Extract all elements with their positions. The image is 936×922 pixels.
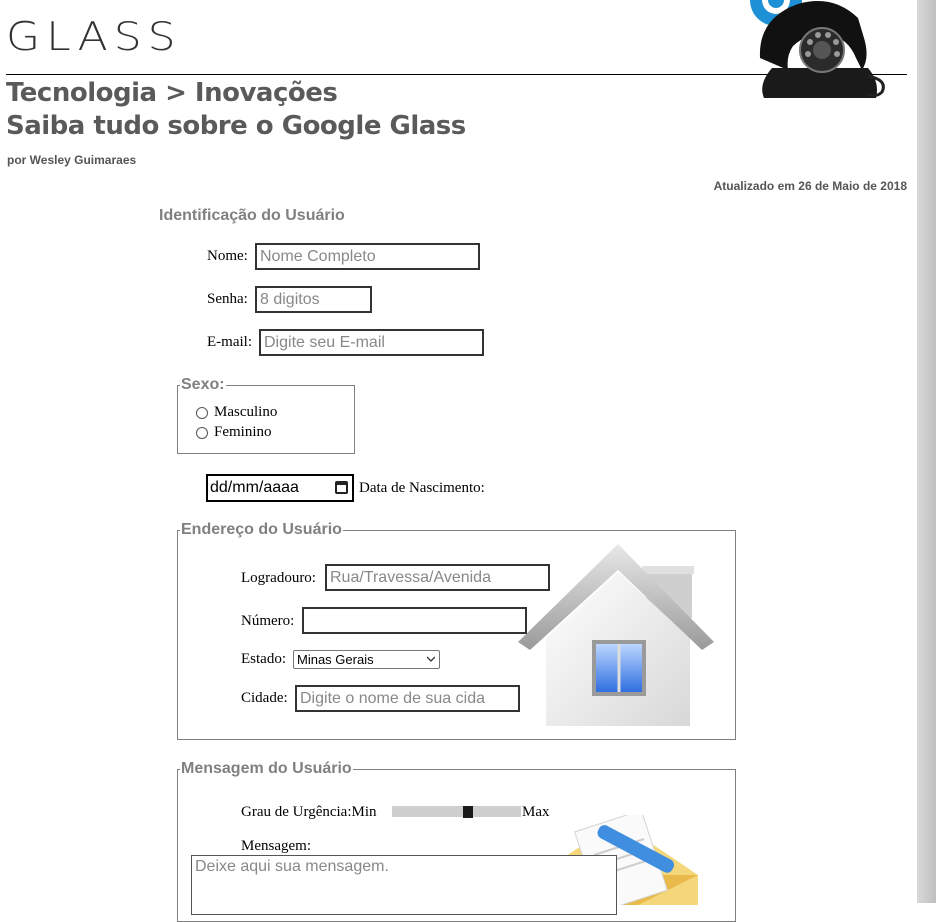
state-label: Estado: [241,651,286,667]
number-label: Número: [241,613,295,629]
address-legend: Endereço do Usuário [181,521,342,538]
chevron-down-icon [427,656,435,662]
telephone-at-icon [750,0,885,98]
name-label: Nome: [207,248,248,264]
updated-date: Atualizado em 26 de Maio de 2018 [713,179,907,193]
identification-title: Identificação do Usuário [159,207,345,224]
state-select-value: Minas Gerais [297,652,374,667]
city-input[interactable] [295,685,520,712]
calendar-icon[interactable] [335,481,348,494]
birthdate-placeholder: dd/mm/aaaa [210,479,299,496]
birthdate-input[interactable]: dd/mm/aaaa [206,474,354,502]
message-textarea[interactable]: Deixe aqui sua mensagem. [191,855,617,915]
author-byline: por Wesley Guimaraes [7,153,137,167]
radio-circle-icon[interactable] [196,406,208,419]
birthdate-label: Data de Nascimento: [359,480,485,496]
scrollbar[interactable] [917,0,936,903]
breadcrumb: Tecnologia > Inovações [6,78,338,108]
number-input[interactable] [302,607,527,634]
email-label: E-mail: [207,334,252,350]
urgency-slider-thumb[interactable] [463,805,473,818]
street-input[interactable] [325,564,550,591]
message-legend: Mensagem do Usuário [181,760,352,777]
password-label: Senha: [207,291,248,307]
state-select[interactable]: Minas Gerais [293,650,440,669]
radio-masculino-label: Masculino [214,404,278,420]
urgency-slider[interactable] [392,805,521,818]
street-label: Logradouro: [241,570,316,586]
password-input[interactable] [255,286,372,313]
radio-masculino[interactable]: Masculino [196,404,277,421]
city-label: Cidade: [241,690,288,706]
radio-feminino-label: Feminino [214,424,272,440]
email-input[interactable] [259,329,484,356]
sex-legend: Sexo: [181,376,225,393]
message-label: Mensagem: [241,838,311,854]
site-logo: GLASS [6,14,182,60]
urgency-max-label: Max [522,804,550,820]
page-title: Saiba tudo sobre o Google Glass [6,111,466,141]
radio-circle-icon[interactable] [196,426,208,439]
radio-feminino[interactable]: Feminino [196,424,272,441]
urgency-label: Grau de Urgência:Min [241,804,377,820]
name-input[interactable] [255,243,480,270]
